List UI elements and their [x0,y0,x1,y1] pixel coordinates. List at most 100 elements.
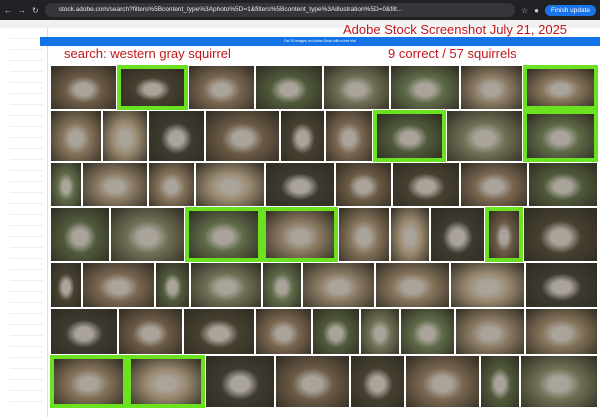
filter-row[interactable] [10,142,43,149]
squirrel-photo-correct[interactable] [50,355,127,408]
squirrel-photo[interactable] [255,308,312,355]
squirrel-photo[interactable] [525,262,598,308]
squirrel-photo[interactable] [460,162,528,207]
squirrel-photo[interactable] [50,262,82,308]
filter-row[interactable] [10,32,43,39]
squirrel-photo[interactable] [195,162,265,207]
squirrel-photo[interactable] [392,162,460,207]
filter-row[interactable] [10,285,43,292]
squirrel-photo[interactable] [205,355,275,408]
filter-row[interactable] [10,153,43,160]
filter-row[interactable] [10,241,43,248]
squirrel-photo[interactable] [275,355,350,408]
squirrel-photo[interactable] [155,262,190,308]
squirrel-photo[interactable] [325,110,373,162]
filter-row[interactable] [10,263,43,270]
squirrel-photo[interactable] [118,308,183,355]
filter-row[interactable] [10,87,43,94]
filter-row[interactable] [10,208,43,215]
filter-row[interactable] [10,65,43,72]
squirrel-photo[interactable] [430,207,485,262]
squirrel-photo-correct[interactable] [373,110,446,162]
filter-row[interactable] [10,197,43,204]
forward-icon[interactable]: → [18,6,26,15]
squirrel-photo[interactable] [50,162,82,207]
filter-row[interactable] [10,186,43,193]
squirrel-photo[interactable] [50,207,110,262]
squirrel-photo[interactable] [523,207,598,262]
filter-row[interactable] [10,340,43,347]
squirrel-photo[interactable] [50,110,102,162]
squirrel-photo-correct[interactable] [127,355,205,408]
squirrel-photo[interactable] [323,65,390,110]
squirrel-photo-correct[interactable] [523,110,598,162]
filter-row[interactable] [10,395,43,402]
squirrel-photo[interactable] [335,162,392,207]
filter-row[interactable] [10,109,43,116]
squirrel-photo[interactable] [50,308,118,355]
squirrel-photo-correct[interactable] [117,65,188,110]
filter-row[interactable] [10,307,43,314]
squirrel-photo[interactable] [338,207,390,262]
squirrel-photo-correct[interactable] [262,207,338,262]
squirrel-photo[interactable] [528,162,598,207]
squirrel-photo[interactable] [205,110,280,162]
filter-row[interactable] [10,219,43,226]
filter-row[interactable] [10,131,43,138]
squirrel-photo-correct[interactable] [485,207,523,262]
squirrel-photo[interactable] [375,262,450,308]
address-bar[interactable]: stock.adobe.com/search?filters%5Bcontent… [44,3,515,17]
squirrel-photo[interactable] [400,308,455,355]
filter-row[interactable] [10,76,43,83]
filter-row[interactable] [10,164,43,171]
trial-banner[interactable]: Get 10 images on Adobe Stock with a free… [40,37,600,46]
squirrel-photo[interactable] [148,110,205,162]
squirrel-photo[interactable] [480,355,520,408]
filter-row[interactable] [10,43,43,50]
filter-row[interactable] [10,54,43,61]
squirrel-photo[interactable] [110,207,185,262]
squirrel-photo[interactable] [360,308,400,355]
filter-row[interactable] [10,351,43,358]
finish-update-button[interactable]: Finish update [544,4,596,16]
filter-row[interactable] [10,362,43,369]
star-icon[interactable]: ☆ [521,6,528,15]
squirrel-photo[interactable] [82,262,155,308]
squirrel-photo[interactable] [255,65,323,110]
filter-row[interactable] [10,120,43,127]
reload-icon[interactable]: ↻ [32,6,39,15]
squirrel-photo[interactable] [455,308,525,355]
squirrel-photo[interactable] [82,162,148,207]
squirrel-photo[interactable] [190,262,262,308]
squirrel-photo[interactable] [450,262,525,308]
squirrel-photo[interactable] [188,65,255,110]
squirrel-photo[interactable] [262,262,302,308]
squirrel-photo[interactable] [312,308,360,355]
squirrel-photo[interactable] [350,355,405,408]
squirrel-photo[interactable] [183,308,255,355]
squirrel-photo[interactable] [265,162,335,207]
squirrel-photo[interactable] [148,162,195,207]
squirrel-photo[interactable] [302,262,375,308]
squirrel-photo[interactable] [460,65,523,110]
squirrel-photo-correct[interactable] [185,207,262,262]
squirrel-photo[interactable] [520,355,598,408]
filter-row[interactable] [10,230,43,237]
squirrel-photo[interactable] [50,65,117,110]
squirrel-photo[interactable] [280,110,325,162]
squirrel-photo[interactable] [390,207,430,262]
squirrel-photo[interactable] [390,65,460,110]
squirrel-photo-correct[interactable] [523,65,598,110]
filter-row[interactable] [10,329,43,336]
squirrel-photo[interactable] [446,110,523,162]
filter-row[interactable] [10,175,43,182]
profile-icon[interactable]: ● [534,6,539,15]
squirrel-photo[interactable] [405,355,480,408]
squirrel-photo[interactable] [525,308,598,355]
filter-row[interactable] [10,384,43,391]
squirrel-photo[interactable] [102,110,148,162]
filter-row[interactable] [10,98,43,105]
filter-row[interactable] [10,274,43,281]
filter-row[interactable] [10,296,43,303]
back-icon[interactable]: ← [4,6,12,15]
